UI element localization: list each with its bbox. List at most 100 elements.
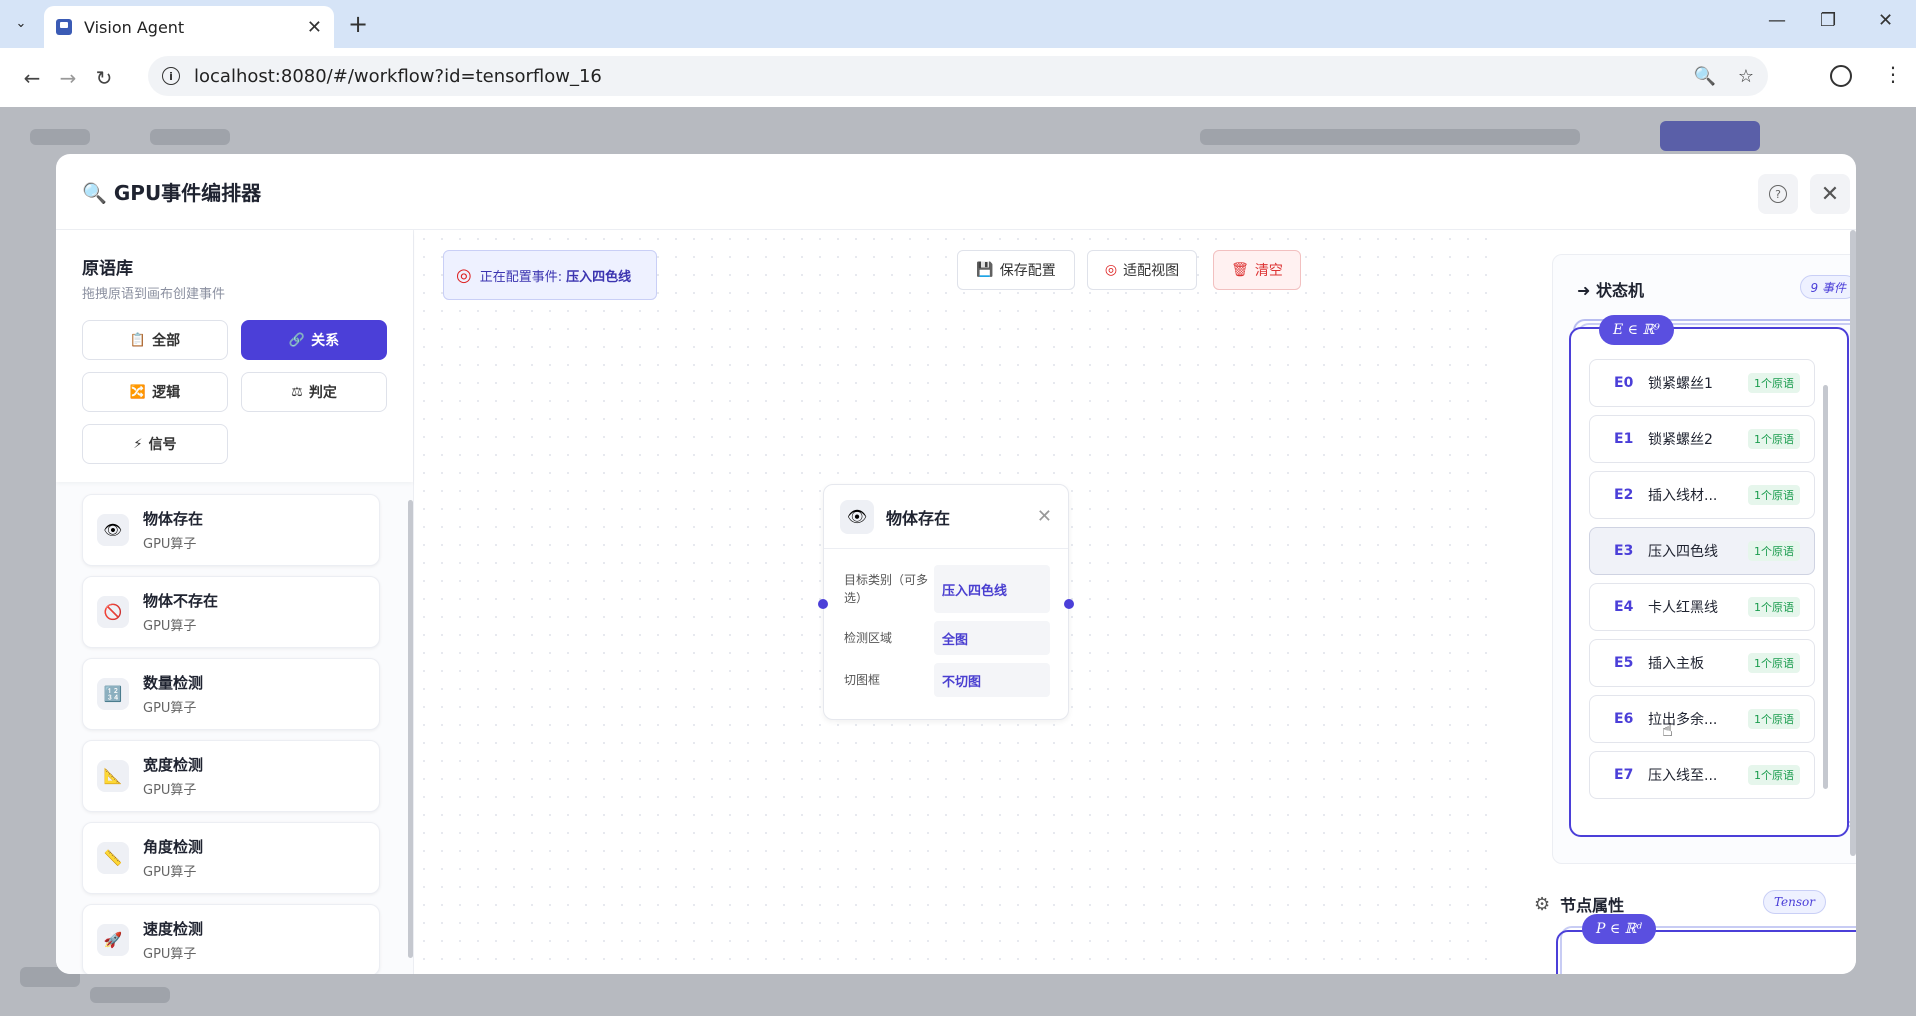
rocket-icon: 🚀: [97, 924, 129, 956]
node-header: 👁 物体存在 ✕: [824, 485, 1068, 549]
help-button[interactable]: ?: [1758, 174, 1798, 214]
event-item[interactable]: E2 插入线材... 1个原语: [1589, 471, 1815, 519]
param-key: 检测区域: [844, 631, 893, 645]
tab-bar: ⌄ Vision Agent ✕ + — ❐ ✕: [0, 0, 1916, 48]
trash-icon: 🗑: [1231, 262, 1249, 278]
event-item[interactable]: E6 拉出多余... 1个原语: [1589, 695, 1815, 743]
primitive-item[interactable]: 👁 物体存在 GPU算子: [82, 494, 380, 566]
primitive-sub: GPU算子: [143, 947, 197, 962]
event-item-selected[interactable]: E3 压入四色线 1个原语: [1589, 527, 1815, 575]
input-port[interactable]: [818, 599, 828, 609]
shuffle-icon: 🔀: [129, 384, 147, 400]
category-signal-button[interactable]: ⚡ 信号: [82, 424, 228, 464]
modal-close-button[interactable]: ✕: [1810, 174, 1850, 214]
tab-close-icon[interactable]: ✕: [307, 17, 322, 38]
event-id: E0: [1614, 375, 1634, 391]
event-id: E7: [1614, 767, 1634, 783]
event-item[interactable]: E1 锁紧螺丝2 1个原语: [1589, 415, 1815, 463]
event-list-scrollbar[interactable]: [1823, 385, 1828, 789]
param-value[interactable]: 压入四色线: [934, 565, 1050, 613]
primitive-name: 数量检测: [143, 674, 204, 692]
save-config-button[interactable]: 💾 保存配置: [957, 250, 1075, 290]
state-machine-title: 状态机: [1595, 281, 1644, 300]
param-value[interactable]: 不切图: [934, 663, 1050, 697]
param-key: 切图框: [844, 673, 881, 687]
primitive-item[interactable]: 📏 角度检测 GPU算子: [82, 822, 380, 894]
browser-menu-icon[interactable]: ⋮: [1883, 62, 1903, 86]
tab-title: Vision Agent: [84, 17, 185, 37]
param-value[interactable]: 全图: [934, 621, 1050, 655]
numbers-icon: 🔢: [97, 678, 129, 710]
window-close-icon[interactable]: ✕: [1878, 10, 1893, 31]
forward-icon[interactable]: →: [50, 66, 86, 90]
workflow-canvas[interactable]: ◎ 正在配置事件: 压入四色线 💾 保存配置 ◎ 适配视图 🗑 清空 👁 物体存…: [415, 230, 1496, 974]
primitive-count-tag: 1个原语: [1748, 653, 1800, 673]
bg-placeholder: [1660, 121, 1760, 151]
library-subtitle: 拖拽原语到画布创建事件: [82, 287, 226, 302]
profile-icon[interactable]: [1830, 65, 1852, 87]
fit-view-button[interactable]: ◎ 适配视图: [1087, 250, 1197, 290]
config-label: 正在配置事件:: [479, 269, 563, 285]
event-item[interactable]: E4 卡人红黑线 1个原语: [1589, 583, 1815, 631]
primitive-item[interactable]: 🚫 物体不存在 GPU算子: [82, 576, 380, 648]
primitive-name: 物体存在: [143, 510, 204, 528]
target-icon: ◎: [1104, 262, 1118, 278]
primitive-count-tag: 1个原语: [1748, 597, 1800, 617]
zoom-icon[interactable]: 🔍: [1693, 66, 1715, 87]
library-scrollbar[interactable]: [408, 500, 413, 958]
library-title: 原语库: [82, 259, 133, 279]
back-icon[interactable]: ←: [14, 66, 50, 90]
lightning-icon: ⚡: [133, 436, 143, 452]
event-item[interactable]: E5 插入主板 1个原语: [1589, 639, 1815, 687]
new-tab-icon[interactable]: +: [348, 10, 368, 38]
omnibox[interactable]: i localhost:8080/#/workflow?id=tensorflo…: [148, 56, 1768, 96]
node-param-row: 切图框 不切图: [844, 663, 1050, 697]
node-delete-icon[interactable]: ✕: [1037, 506, 1052, 527]
category-relation-button[interactable]: 🔗 关系: [241, 320, 387, 360]
category-logic-button[interactable]: 🔀 逻辑: [82, 372, 228, 412]
event-item[interactable]: E7 压入线至... 1个原语: [1589, 751, 1815, 799]
tensor-badge: Tensor: [1762, 890, 1826, 914]
primitive-sub: GPU算子: [143, 537, 197, 552]
modal-title: 🔍 GPU事件编排器: [82, 181, 262, 205]
link-icon: 🔗: [288, 332, 306, 348]
site-info-icon[interactable]: i: [162, 67, 180, 85]
minimize-icon[interactable]: —: [1768, 10, 1786, 31]
tab-search-icon[interactable]: ⌄: [10, 12, 32, 34]
primitive-sub: GPU算子: [143, 701, 197, 716]
bg-placeholder: [150, 129, 230, 145]
output-port[interactable]: [1064, 599, 1074, 609]
clear-button[interactable]: 🗑 清空: [1213, 250, 1301, 290]
event-item[interactable]: E0 锁紧螺丝1 1个原语: [1589, 359, 1815, 407]
browser-tab[interactable]: Vision Agent ✕: [44, 6, 334, 48]
category-label: 全部: [152, 333, 181, 349]
modal-scrollbar[interactable]: [1850, 230, 1856, 856]
fit-label: 适配视图: [1123, 263, 1180, 279]
url-text[interactable]: localhost:8080/#/workflow?id=tensorflow_…: [194, 66, 1671, 87]
favicon-icon: [56, 19, 72, 35]
object-exists-node[interactable]: 👁 物体存在 ✕ 目标类别（可多选） 压入四色线 检测区域 全图 切图框 不切图: [818, 484, 1074, 720]
clear-label: 清空: [1254, 263, 1283, 279]
node-props-title: 节点属性: [1560, 896, 1625, 915]
floppy-icon: 💾: [976, 262, 994, 278]
state-machine-header: ➜ 状态机: [1577, 277, 1644, 301]
primitive-count-tag: 1个原语: [1748, 541, 1800, 561]
category-all-button[interactable]: 📋 全部: [82, 320, 228, 360]
bookmark-star-icon[interactable]: ☆: [1738, 66, 1754, 87]
event-name: 锁紧螺丝1: [1648, 376, 1713, 392]
primitive-item[interactable]: 🚀 速度检测 GPU算子: [82, 904, 380, 974]
category-judge-button[interactable]: ⚖ 判定: [241, 372, 387, 412]
primitive-count-tag: 1个原语: [1748, 373, 1800, 393]
reload-icon[interactable]: ↻: [86, 66, 122, 90]
modal-header: 🔍 GPU事件编排器 ? ✕: [56, 154, 1856, 230]
right-panel: ➜ 状态机 9 事件 E ∈ ℝ⁹ E0 锁紧螺丝1 1个原语 E1 锁紧螺丝2…: [1496, 230, 1856, 974]
primitive-library-panel: 原语库 拖拽原语到画布创建事件 📋 全部 🔗 关系 🔀 逻辑 ⚖ 判定 ⚡ 信号…: [56, 230, 414, 974]
node-title: 物体存在: [886, 508, 951, 528]
category-label: 逻辑: [152, 385, 181, 401]
primitive-item[interactable]: 📐 宽度检测 GPU算子: [82, 740, 380, 812]
eye-icon: 👁: [97, 514, 129, 546]
restore-icon[interactable]: ❐: [1820, 10, 1836, 31]
primitive-item[interactable]: 🔢 数量检测 GPU算子: [82, 658, 380, 730]
node-param-row: 检测区域 全图: [844, 621, 1050, 655]
node-props-math-badge: P ∈ ℝᵈ: [1582, 914, 1656, 944]
